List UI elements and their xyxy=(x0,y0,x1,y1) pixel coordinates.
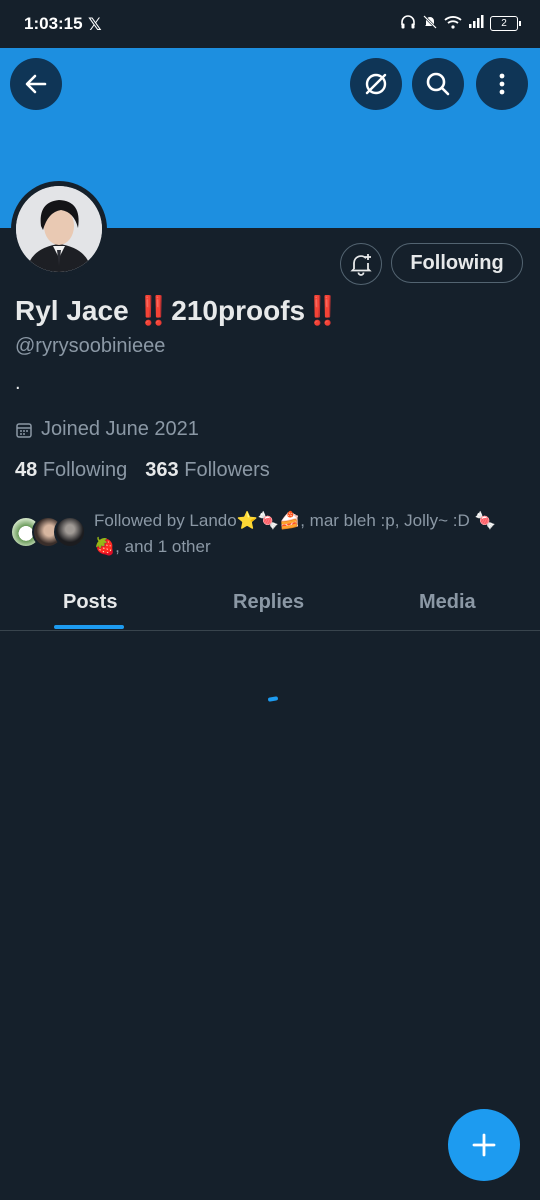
tab-replies[interactable]: Replies xyxy=(233,591,304,614)
tab-media[interactable]: Media xyxy=(419,591,476,614)
headphones-icon xyxy=(400,14,416,33)
loading-spinner xyxy=(267,696,279,702)
explore-button[interactable] xyxy=(350,58,402,110)
battery-icon: 2 xyxy=(490,16,521,31)
followers-label: Followers xyxy=(184,459,270,481)
status-icons: 2 xyxy=(400,14,521,33)
active-tab-indicator xyxy=(54,625,124,629)
arrow-left-icon xyxy=(25,74,47,94)
compose-button[interactable] xyxy=(448,1109,520,1181)
plus-icon xyxy=(472,1133,496,1157)
profile-tabs: Posts Replies Media xyxy=(0,580,540,631)
avatar-photo xyxy=(16,186,102,272)
wifi-icon xyxy=(444,15,462,32)
more-button[interactable] xyxy=(476,58,528,110)
following-count: 48 xyxy=(15,459,38,481)
mute-bell-icon xyxy=(422,14,438,33)
avatar xyxy=(54,516,86,548)
search-icon xyxy=(426,72,450,96)
status-bar: 1:03:15 𝕏 2 xyxy=(0,0,540,48)
joined-date: Joined June 2021 xyxy=(15,418,199,441)
profile-handle: @ryrysoobinieee xyxy=(15,335,166,357)
calendar-icon xyxy=(16,422,32,438)
signal-icon xyxy=(468,15,484,32)
profile-name: Ryl Jace ‼️210proofs‼️ xyxy=(15,295,340,326)
more-vertical-icon xyxy=(499,73,505,95)
explore-icon xyxy=(365,73,387,95)
back-button[interactable] xyxy=(10,58,62,110)
followed-by-text: Followed by Lando⭐🍬🍰, mar bleh :p, Jolly… xyxy=(94,511,496,556)
bell-plus-icon xyxy=(350,254,372,276)
search-button[interactable] xyxy=(412,58,464,110)
status-time: 1:03:15 xyxy=(24,14,83,33)
following-label: Following xyxy=(42,459,128,481)
profile-bio: . xyxy=(15,372,21,394)
followed-by-avatars xyxy=(10,516,86,560)
followed-by[interactable]: Followed by Lando⭐🍬🍰, mar bleh :p, Jolly… xyxy=(10,508,520,560)
joined-text: Joined June 2021 xyxy=(41,418,199,440)
following-button[interactable]: Following xyxy=(391,243,523,283)
x-logo-icon: 𝕏 xyxy=(88,15,102,34)
followers-link[interactable]: 363 Followers xyxy=(145,459,270,481)
follow-stats: 48 Following 363 Followers xyxy=(15,459,270,482)
profile-avatar[interactable] xyxy=(11,181,107,277)
following-link[interactable]: 48 Following xyxy=(15,459,127,481)
notify-button[interactable] xyxy=(340,243,382,285)
tab-posts[interactable]: Posts xyxy=(63,591,117,614)
followers-count: 363 xyxy=(145,459,179,481)
